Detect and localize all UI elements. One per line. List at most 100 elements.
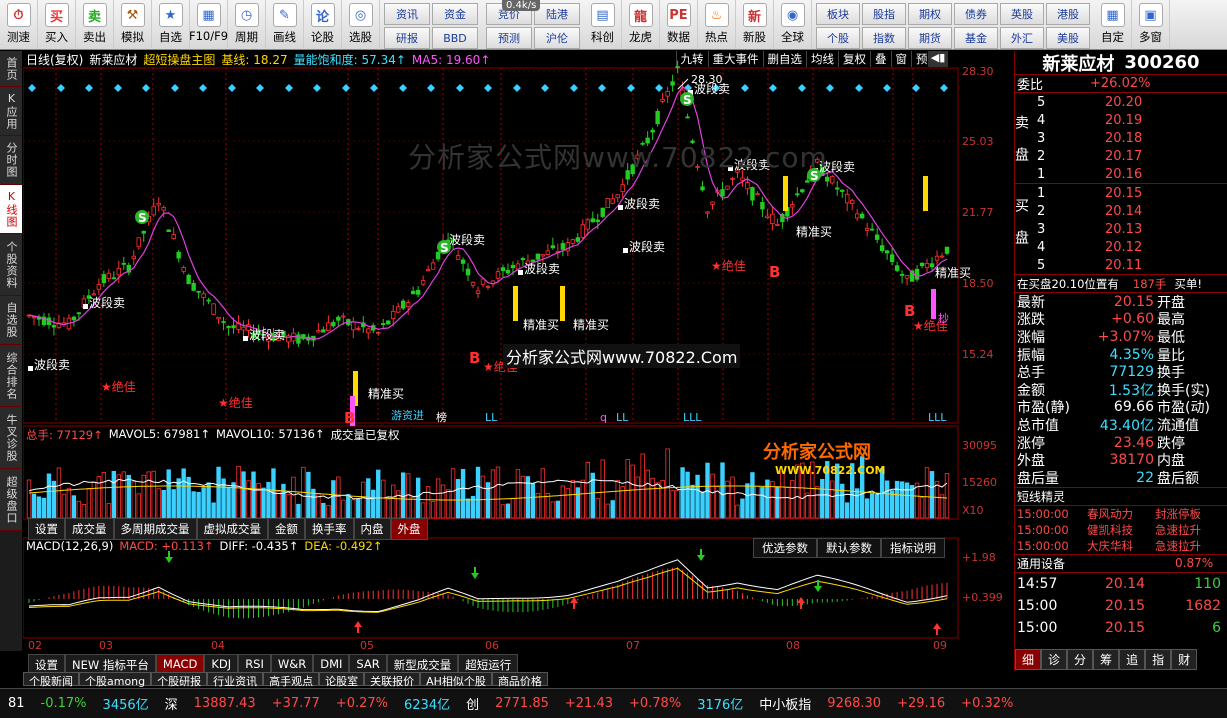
candle-body [381,323,386,326]
bottom-link[interactable]: 商品价格 [491,672,548,688]
toolbar-small-button[interactable]: 沪伦 [534,27,580,49]
sprite-row[interactable]: 15:00:00 春风动力 封涨停板 [1015,506,1227,522]
bid-row[interactable]: 2 20.14 [1015,202,1227,220]
candle-body [615,194,620,199]
bottom-link[interactable]: 行业资讯 [207,672,264,688]
toolbar-small-button[interactable]: 研报 [384,27,430,49]
bottom-link[interactable]: 个股研报 [151,672,208,688]
ask-row[interactable]: 1 20.16 [1015,165,1227,183]
toolbar-small-button[interactable]: 期权 [908,3,952,25]
bid-row[interactable]: 5 20.11 [1015,256,1227,274]
bid-row[interactable]: 1 20.15 [1015,184,1227,202]
left-tab[interactable]: 首页 [0,51,22,87]
bottom-link[interactable]: 高手观点 [263,672,320,688]
toolbar-button-dragon-tiger[interactable]: 龍龙虎 [622,0,660,48]
quote-tab[interactable]: 追 [1119,649,1146,670]
left-tab[interactable]: 分时图 [0,136,22,185]
sprite-row[interactable]: 15:00:00 大庆华科 急速拉升 [1015,538,1227,554]
ask-row[interactable]: 3 20.18 [1015,129,1227,147]
volume-sub-tab[interactable]: 换手率 [305,518,354,540]
left-tab[interactable]: K应用 [0,87,22,136]
toolbar-button-hot[interactable]: ♨ 热点 [698,0,736,48]
volume-sub-tab[interactable]: 成交量 [65,518,114,540]
bid-row[interactable]: 3 20.13 [1015,220,1227,238]
b-marker: B [469,349,480,367]
quote-tab[interactable]: 细 [1015,649,1042,670]
volume-sub-tab[interactable]: 金额 [268,518,305,540]
left-tab[interactable]: 综合排名 [0,345,22,407]
candle-body [869,228,875,231]
bottom-link[interactable]: 个股among [79,672,152,688]
toolbar-button-new-stock[interactable]: 新新股 [736,0,774,48]
sprite-row[interactable]: 15:00:00 健凯科技 急速拉升 [1015,522,1227,538]
macd-option-button[interactable]: 优选参数 [753,538,817,558]
macd-option-button[interactable]: 指标说明 [881,538,945,558]
toolbar-button-multi-window[interactable]: ▣ 多窗 [1132,0,1170,48]
volume-sub-tab[interactable]: 外盘 [390,518,428,540]
volume-sub-tab[interactable]: 多周期成交量 [113,518,197,540]
volume-sub-tab[interactable]: 虚拟成交量 [196,518,268,540]
toolbar-small-button[interactable]: 港股 [1046,3,1090,25]
ask-row[interactable]: 2 20.17 [1015,147,1227,165]
ask-row[interactable]: 4 20.19 [1015,111,1227,129]
toolbar-small-button[interactable]: 期货 [908,27,952,49]
quote-tab[interactable]: 分 [1067,649,1094,670]
quote-tab[interactable]: 筹 [1093,649,1120,670]
quote-tab[interactable]: 财 [1171,649,1198,670]
toolbar-button-discuss[interactable]: 论论股 [304,0,342,48]
quote-tab[interactable]: 诊 [1041,649,1068,670]
toolbar-small-button[interactable]: 债券 [954,3,998,25]
toolbar-button-hammer[interactable]: ⚒ 模拟 [114,0,152,48]
toolbar-button-sell[interactable]: 卖卖出 [76,0,114,48]
toolbar-button-pen[interactable]: ✎ 画线 [266,0,304,48]
toolbar-small-button[interactable]: 美股 [1046,27,1090,49]
bottom-link[interactable]: 关联报价 [364,672,421,688]
toolbar-small-button[interactable]: BBD [432,27,478,49]
left-tab[interactable]: 个股资料 [0,234,22,296]
toolbar-small-button[interactable]: 陆港 [534,3,580,25]
quote-tab[interactable]: 指 [1145,649,1172,670]
toolbar-button-f10[interactable]: ▦ F10/F9 [189,0,228,48]
left-tab[interactable]: K线图 [0,185,22,234]
candle-body [790,204,795,208]
left-tab[interactable]: 牛叉诊股 [0,407,22,469]
candle-body [391,311,396,319]
sell-dot [28,366,33,371]
toolbar-button-period[interactable]: ◷ 周期 [228,0,266,48]
toolbar-button-star[interactable]: ★ 自选 [152,0,190,48]
toolbar-button-data[interactable]: PE 数据 [660,0,698,48]
toolbar-button-globe[interactable]: ◉ 全球 [774,0,812,48]
volume-sub-tab[interactable]: 设置 [28,518,65,540]
bid-price: 20.15 [1105,185,1143,201]
left-tab[interactable]: 自选股 [0,296,22,345]
left-tab[interactable]: 超级盘口 [0,469,22,531]
toolbar-button-select-stock[interactable]: ◎ 选股 [342,0,380,48]
volume-bar [386,498,391,519]
toolbar-button-custom[interactable]: ▦ 自定 [1094,0,1132,48]
toolbar-small-button[interactable]: 股指 [862,3,906,25]
bottom-link[interactable]: 论股室 [319,672,365,688]
toolbar-small-button[interactable]: 资金 [432,3,478,25]
volume-sub-tab[interactable]: 内盘 [353,518,391,540]
bottom-link[interactable]: AH相似个股 [420,672,492,688]
ask-row[interactable]: 5 20.20 [1015,93,1227,111]
toolbar-button-kechuang[interactable]: ▤ 科创 [584,0,622,48]
toolbar-small-button[interactable]: 英股 [1000,3,1044,25]
stat-row: 盘后量 22 盘后额 [1015,469,1227,487]
bottom-link[interactable]: 个股新闻 [23,672,79,688]
toolbar-button-buy[interactable]: 买买入 [38,0,76,48]
toolbar-small-button[interactable]: 指数 [862,27,906,49]
candle-body [590,218,595,223]
toolbar-button-clock[interactable]: ⏱ 测速 [0,0,38,48]
bid-row[interactable]: 4 20.12 [1015,238,1227,256]
toolbar-small-button[interactable]: 个股 [816,27,860,49]
candle-body [31,316,37,319]
toolbar-small-button[interactable]: 基金 [954,27,998,49]
toolbar-small-button[interactable]: 板块 [816,3,860,25]
kline-chart-area[interactable]: 日线(复权) 新莱应材 超短操盘主图 基线: 18.27 量能饱和度: 57.3… [23,51,1013,676]
toolbar-small-button[interactable]: 外汇 [1000,27,1044,49]
sector-name[interactable]: 通用设备 [1017,555,1065,572]
toolbar-small-button[interactable]: 资讯 [384,3,430,25]
toolbar-small-button[interactable]: 预测 [486,27,532,49]
macd-option-button[interactable]: 默认参数 [817,538,881,558]
